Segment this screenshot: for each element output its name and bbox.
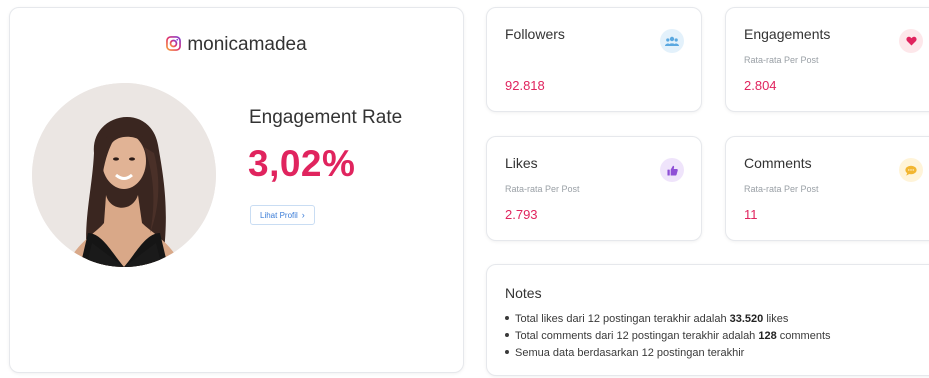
engagements-title: Engagements — [744, 26, 831, 42]
likes-value: 2.793 — [505, 207, 538, 222]
heart-icon — [899, 29, 923, 53]
note-text: comments — [776, 330, 831, 342]
view-profile-button[interactable]: Lihat Profil › — [250, 205, 315, 225]
note-text: likes — [763, 313, 789, 325]
likes-card: Likes Rata-rata Per Post 2.793 — [486, 136, 702, 241]
notes-list: Total likes dari 12 postingan terakhir a… — [505, 311, 831, 362]
comments-card: Comments Rata-rata Per Post 11 — [725, 136, 929, 241]
likes-title: Likes — [505, 155, 538, 171]
engagement-rate-value: 3,02% — [248, 143, 356, 184]
note-total-likes: 33.520 — [729, 313, 764, 325]
profile-card: monicamadea Engagement Rate 3,02% Lihat … — [9, 7, 464, 373]
followers-card: Followers 92.818 — [486, 7, 702, 112]
list-item: Total likes dari 12 postingan terakhir a… — [505, 311, 831, 328]
engagement-rate-label: Engagement Rate — [249, 107, 403, 128]
comments-value: 11 — [744, 207, 758, 222]
likes-subtitle: Rata-rata Per Post — [505, 184, 580, 194]
engagements-card: Engagements Rata-rata Per Post 2.804 — [725, 7, 929, 112]
list-item: Semua data berdasarkan 12 postingan tera… — [505, 345, 831, 362]
engagements-subtitle: Rata-rata Per Post — [744, 55, 819, 65]
profile-username: monicamadea — [187, 34, 307, 55]
bullet-icon — [505, 316, 509, 320]
profile-handle-row: monicamadea — [10, 34, 463, 56]
bullet-icon — [505, 350, 509, 354]
comment-icon — [899, 158, 923, 182]
note-text: Total likes dari 12 postingan terakhir a… — [515, 313, 730, 325]
instagram-icon — [166, 35, 182, 51]
users-icon — [660, 29, 684, 53]
engagements-value: 2.804 — [744, 78, 777, 93]
followers-value: 92.818 — [505, 78, 545, 93]
followers-title: Followers — [505, 26, 565, 42]
note-text: Total comments dari 12 postingan terakhi… — [515, 330, 759, 342]
comments-subtitle: Rata-rata Per Post — [744, 184, 819, 194]
note-total-comments: 128 — [758, 330, 777, 342]
bullet-icon — [505, 333, 509, 337]
thumbs-up-icon — [660, 158, 684, 182]
list-item: Total comments dari 12 postingan terakhi… — [505, 328, 831, 345]
chevron-right-icon: › — [301, 210, 305, 220]
comments-title: Comments — [744, 155, 812, 171]
notes-title: Notes — [505, 285, 542, 301]
view-profile-label: Lihat Profil — [260, 211, 298, 220]
note-text: Semua data berdasarkan 12 postingan tera… — [515, 347, 745, 359]
avatar — [32, 83, 216, 267]
notes-card: Notes Total likes dari 12 postingan tera… — [486, 264, 929, 376]
